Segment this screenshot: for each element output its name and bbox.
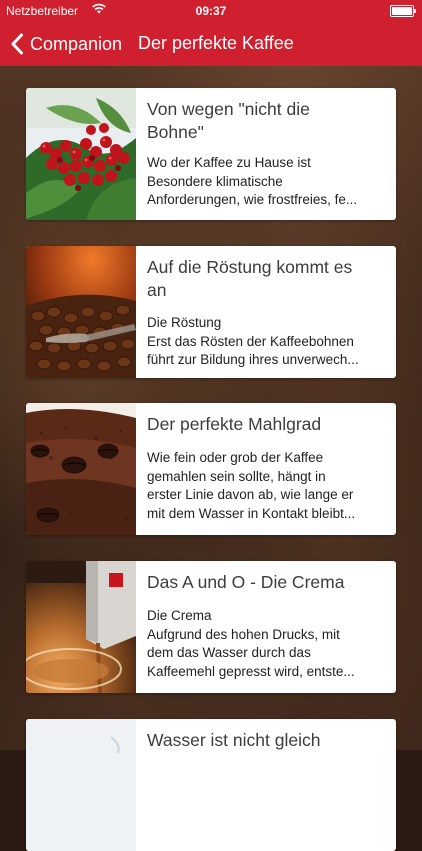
article-title: Auf die Röstung kommt es an (147, 257, 353, 300)
navigation-bar: Companion Der perfekte Kaffee (0, 22, 422, 66)
battery-icon (390, 5, 416, 17)
back-label: Companion (30, 33, 123, 54)
chevron-left-icon (11, 33, 23, 55)
ground-coffee-image (26, 403, 136, 535)
status-time: 09:37 (195, 4, 227, 18)
article-excerpt: Wo der Kaffee zu Hause ist Besondere kli… (147, 155, 358, 207)
article-excerpt: Die Crema Aufgrund des hohen Drucks, mit… (147, 608, 355, 679)
article-card[interactable]: Das A und O - Die Crema Die Crema Aufgru… (26, 561, 396, 693)
article-excerpt: Wie fein oder grob der Kaffee gemahlen s… (147, 450, 356, 521)
article-card[interactable]: Auf die Röstung kommt es an Die Röstung … (26, 246, 396, 378)
coffee-cherries-image (26, 88, 136, 220)
article-card[interactable]: Der perfekte Mahlgrad Wie fein oder grob… (26, 403, 396, 535)
article-title: Von wegen "nicht die Bohne" (147, 99, 310, 142)
back-button[interactable]: Companion (10, 28, 122, 60)
article-card[interactable]: Von wegen "nicht die Bohne" Wo der Kaffe… (26, 88, 396, 220)
page-title: Der perfekte Kaffee (138, 33, 294, 53)
article-title: Wasser ist nicht gleich (147, 730, 321, 750)
status-bar: Netzbetreiber 09:37 (0, 0, 422, 22)
article-title: Das A und O - Die Crema (147, 572, 345, 592)
article-excerpt: Die Röstung Erst das Rösten der Kaffeebo… (147, 315, 359, 367)
article-card[interactable]: Wasser ist nicht gleich (26, 719, 396, 851)
article-title: Der perfekte Mahlgrad (147, 414, 322, 434)
espresso-crema-image (26, 561, 136, 693)
roasted-beans-image (26, 246, 136, 378)
water-image (26, 719, 136, 851)
